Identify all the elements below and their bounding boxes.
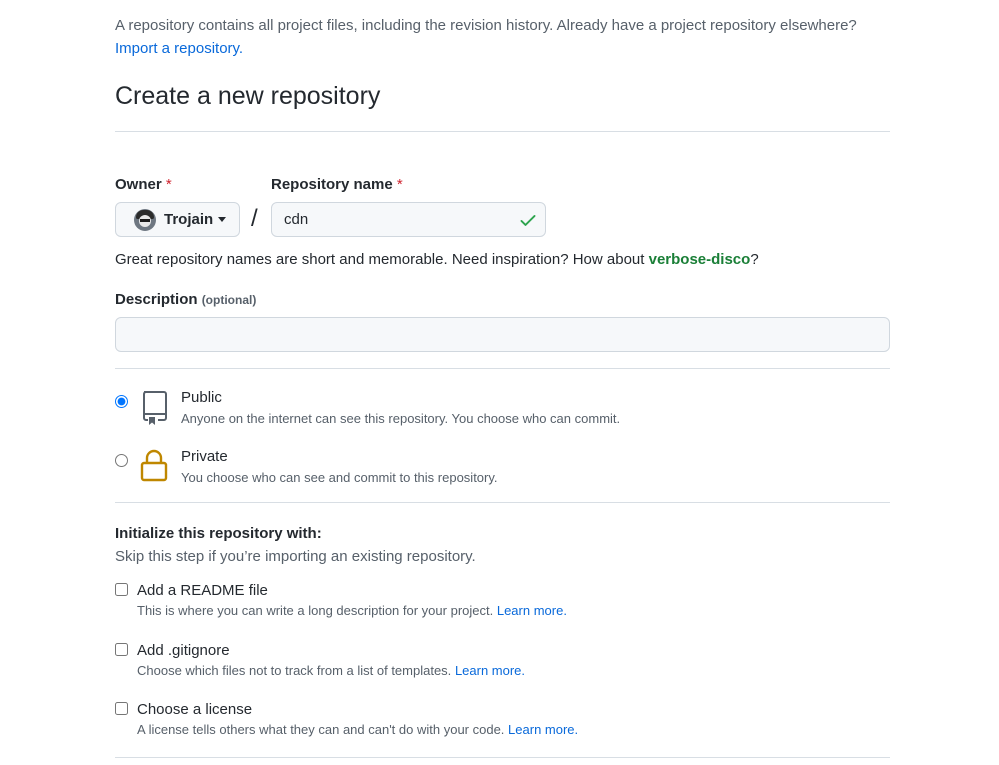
check-icon	[520, 215, 536, 226]
gitignore-learn-more-link[interactable]: Learn more.	[455, 663, 525, 678]
name-suggestion-link[interactable]: verbose-disco	[649, 251, 751, 268]
lock-icon	[140, 449, 168, 482]
initialize-subtext: Skip this step if you’re importing an ex…	[115, 548, 476, 565]
public-option-description: Anyone on the internet can see this repo…	[181, 411, 621, 426]
repo-icon	[143, 391, 167, 425]
license-learn-more-link[interactable]: Learn more.	[508, 722, 578, 737]
page-title: Create a new repository	[115, 82, 381, 110]
hint-text: Great repository names are short and mem…	[115, 251, 649, 268]
hint-suffix: ?	[750, 251, 759, 268]
add-readme-desc-text: This is where you can write a long descr…	[137, 603, 494, 618]
add-gitignore-checkbox[interactable]	[115, 643, 128, 656]
choose-license-title: Choose a license	[137, 701, 253, 718]
private-radio[interactable]	[115, 454, 128, 467]
divider	[115, 502, 890, 503]
repository-name-hint: Great repository names are short and mem…	[115, 250, 759, 270]
repository-name-input[interactable]	[271, 202, 546, 237]
owner-label: Owner *	[115, 175, 172, 195]
initialize-heading: Initialize this repository with:	[115, 525, 322, 542]
caret-down-icon	[218, 217, 227, 222]
optional-note: (optional)	[201, 293, 257, 307]
new-repository-page: A repository contains all project files,…	[0, 0, 999, 765]
add-readme-checkbox[interactable]	[115, 583, 128, 596]
repository-name-required-mark: *	[396, 176, 403, 193]
owner-repo-separator: /	[251, 205, 258, 232]
owner-required-mark: *	[165, 176, 172, 193]
add-gitignore-description: Choose which files not to track from a l…	[137, 662, 525, 680]
choose-license-checkbox[interactable]	[115, 702, 128, 715]
description-label: Description (optional)	[115, 290, 256, 310]
owner-dropdown[interactable]: Trojain	[115, 202, 240, 237]
divider	[115, 368, 890, 369]
add-gitignore-desc-text: Choose which files not to track from a l…	[137, 663, 452, 678]
add-readme-title: Add a README file	[137, 582, 268, 599]
public-option-title: Public	[181, 389, 222, 406]
readme-learn-more-link[interactable]: Learn more.	[497, 603, 567, 618]
description-input[interactable]	[115, 317, 890, 352]
divider	[115, 757, 890, 758]
intro-text: A repository contains all project files,…	[115, 14, 890, 60]
import-repository-link[interactable]: Import a repository.	[115, 40, 243, 57]
owner-name: Trojain	[164, 211, 214, 228]
divider	[115, 131, 890, 132]
private-option-title: Private	[181, 448, 228, 465]
add-gitignore-title: Add .gitignore	[137, 642, 230, 659]
repository-name-label-text: Repository name	[271, 176, 393, 193]
public-radio[interactable]	[115, 395, 128, 408]
intro-description: A repository contains all project files,…	[115, 17, 857, 34]
repository-name-label: Repository name *	[271, 175, 403, 195]
private-option-description: You choose who can see and commit to thi…	[181, 470, 498, 485]
user-avatar-icon	[134, 208, 156, 231]
description-label-text: Description	[115, 291, 198, 308]
choose-license-desc-text: A license tells others what they can and…	[137, 722, 505, 737]
owner-label-text: Owner	[115, 176, 162, 193]
add-readme-description: This is where you can write a long descr…	[137, 602, 567, 620]
choose-license-description: A license tells others what they can and…	[137, 721, 578, 739]
